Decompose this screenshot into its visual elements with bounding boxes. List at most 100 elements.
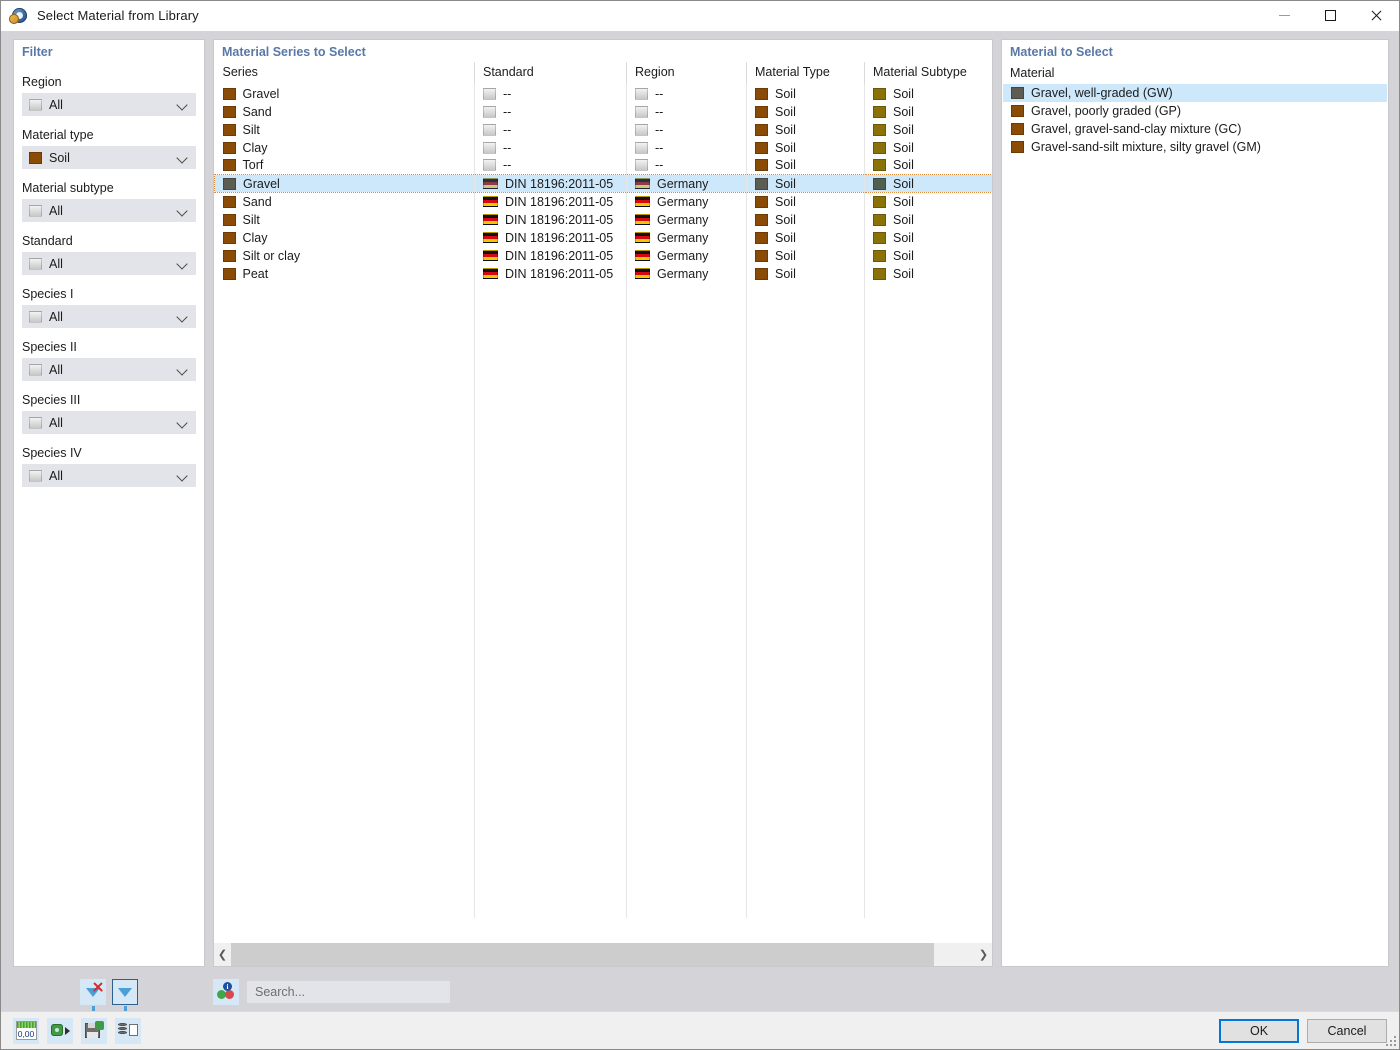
filter-select-material-type[interactable]: Soil [22,146,196,169]
empty-swatch-icon [483,159,496,172]
material-subtype-color-icon [873,177,886,190]
minimize-button[interactable] [1261,0,1307,31]
series-cell: Sand [214,192,475,211]
table-row[interactable]: Silt or clay DIN 18196:2011-05 Germany Soil… [214,246,993,265]
germany-flag-icon [483,214,498,225]
filter-select-species-i[interactable]: All [22,305,196,328]
region-cell: Germany [626,192,747,211]
filter-select-species-iv[interactable]: All [22,464,196,487]
region-cell-text: Germany [657,176,709,191]
filter-panel-title: Filter [22,45,53,59]
maximize-button[interactable] [1307,0,1353,31]
series-horizontal-scrollbar[interactable]: ❮ ❯ [214,943,992,966]
series-cell: Gravel [214,174,475,193]
material-label: Gravel, gravel-sand-clay mixture (GC) [1031,122,1242,136]
minimize-icon [1278,15,1290,16]
filter-label-species-iii: Species III [22,393,81,407]
filter-select-species-iii[interactable]: All [22,411,196,434]
resize-grip[interactable] [1384,1034,1396,1046]
chevron-down-icon [175,151,189,165]
color-swatch-icon [29,98,42,111]
table-row[interactable]: Gravel -- -- Soil Soil [214,84,993,103]
series-column-header-standard[interactable]: Standard [474,62,627,85]
series-cell-text: Silt [242,122,260,137]
material-label: Gravel, poorly graded (GP) [1031,104,1182,118]
material-subtype-cell-text: Soil [893,140,914,155]
series-column-header-region[interactable]: Region [626,62,747,85]
standard-cell-text: DIN 18196:2011-05 [505,194,614,209]
units-button[interactable]: 0,00 [13,1017,39,1044]
export-button[interactable] [47,1017,73,1044]
chevron-down-icon [175,310,189,324]
save-button[interactable] [81,1017,107,1044]
series-header-row: Series Standard Region Material Type Materia… [214,62,992,85]
ok-button[interactable]: OK [1219,1018,1299,1043]
chevron-down-icon [175,204,189,218]
filter-select-species-ii[interactable]: All [22,358,196,381]
material-type-cell: Soil [746,192,865,211]
scroll-left-arrow-icon[interactable]: ❮ [214,943,231,966]
material-type-cell-text: Soil [775,248,796,263]
germany-flag-icon [635,214,650,225]
scrollbar-thumb[interactable] [231,943,935,966]
series-column-header-material-subtype[interactable]: Material Subtype [864,62,992,85]
clear-filter-button[interactable] [80,979,106,1011]
list-item[interactable]: Gravel, poorly graded (GP) [1003,102,1387,120]
material-subtype-cell-text: Soil [893,122,914,137]
list-item[interactable]: Gravel, well-graded (GW) [1003,84,1387,102]
filter-select-material-subtype[interactable]: All [22,199,196,222]
material-subtype-cell: Soil [865,229,993,247]
table-row[interactable]: Peat DIN 18196:2011-05 Germany Soil Soil [214,264,993,283]
series-color-icon [222,123,236,136]
filter-select-standard[interactable]: All [22,252,196,275]
series-column-header-material-type[interactable]: Material Type [746,62,865,85]
material-label: Gravel, well-graded (GW) [1031,86,1173,100]
material-type-cell: Soil [746,138,865,157]
table-row[interactable]: Clay -- -- Soil Soil [214,138,993,157]
list-item[interactable]: Gravel-sand-silt mixture, silty gravel (… [1003,138,1387,156]
table-row[interactable]: Clay DIN 18196:2011-05 Germany Soil Soil [214,228,993,247]
series-color-icon [222,195,236,208]
material-type-cell: Soil [746,84,865,103]
search-options-icon[interactable]: i [213,979,239,1005]
close-button[interactable] [1353,0,1399,31]
series-cell: Clay [214,228,475,247]
standard-cell-text: -- [503,158,512,173]
filter-button[interactable] [112,979,138,1011]
material-subtype-color-icon [873,141,886,154]
region-cell-text: Germany [657,248,709,263]
standard-cell: -- [474,156,627,175]
material-subtype-cell: Soil [865,211,993,229]
filter-select-value: All [49,203,63,218]
filter-select-region[interactable]: All [22,93,196,116]
list-item[interactable]: Gravel, gravel-sand-clay mixture (GC) [1003,120,1387,138]
germany-flag-icon [635,232,650,243]
color-swatch-icon [29,151,42,164]
table-row[interactable]: Silt -- -- Soil Soil [214,120,993,139]
series-column-header-series[interactable]: Series [214,62,475,85]
material-subtype-color-icon [873,267,886,280]
dialog-footer: 0,00 OK Cancel [1,1011,1399,1049]
standard-cell: DIN 18196:2011-05 [474,210,627,229]
material-subtype-cell: Soil [865,265,993,283]
germany-flag-icon [483,196,498,208]
material-subtype-cell-text: Soil [893,86,914,101]
table-row[interactable]: Sand -- -- Soil Soil [214,102,993,121]
cancel-button[interactable]: Cancel [1307,1018,1387,1043]
table-row[interactable]: Torf -- -- Soil Soil [214,156,993,175]
series-cell: Gravel [214,84,475,103]
series-cell: Sand [214,102,475,121]
table-row[interactable]: Gravel DIN 18196:2011-05 Germany Soil Soil [214,174,992,193]
material-type-cell: Soil [746,174,865,193]
table-row[interactable]: Silt DIN 18196:2011-05 Germany Soil Soil [214,210,993,229]
filter-select-value: All [49,97,63,112]
scroll-right-arrow-icon[interactable]: ❯ [975,943,992,966]
material-type-cell-text: Soil [775,140,796,155]
scrollbar-track[interactable] [231,943,975,966]
copy-report-button[interactable] [115,1017,141,1044]
empty-swatch-icon [483,141,496,154]
filter-fields: Region All Material type Soil Material subty… [14,75,204,487]
standard-cell: DIN 18196:2011-05 [474,174,627,193]
table-row[interactable]: Sand DIN 18196:2011-05 Germany Soil Soil [214,192,993,211]
search-input[interactable] [247,981,450,1003]
